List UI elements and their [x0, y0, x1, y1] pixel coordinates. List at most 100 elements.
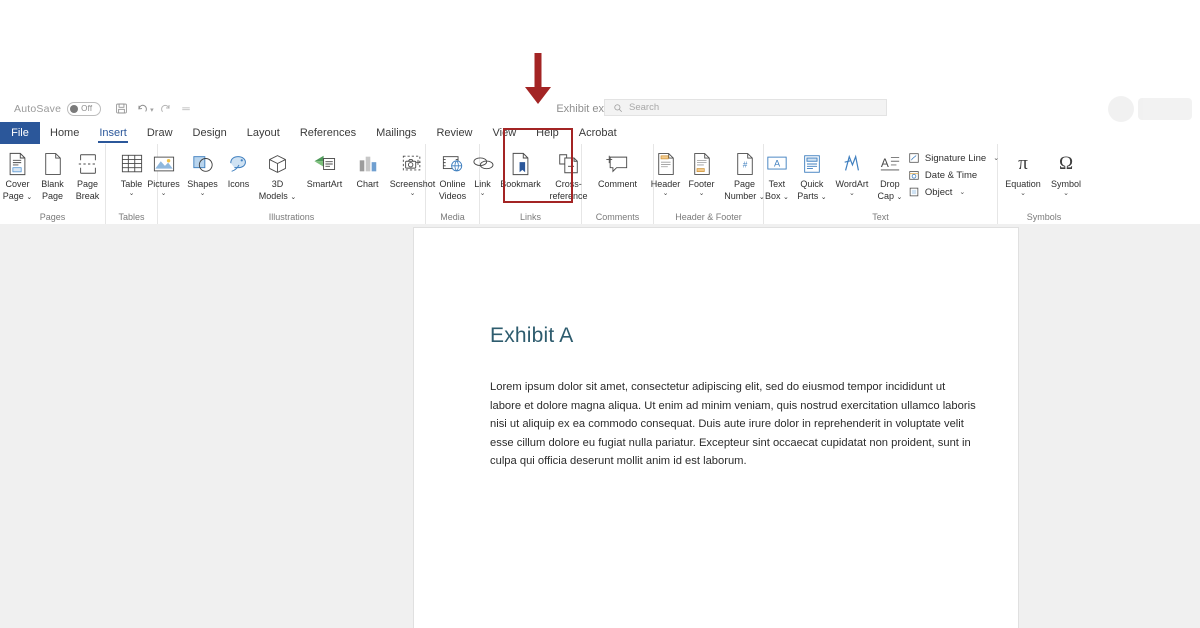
- tab-help[interactable]: Help: [526, 122, 569, 144]
- chart-button[interactable]: Chart: [351, 147, 385, 190]
- link-caret-icon[interactable]: ⌄: [480, 190, 486, 198]
- pictures-caret-icon[interactable]: ⌄: [161, 190, 167, 198]
- object-button[interactable]: Object ⌄: [908, 185, 999, 199]
- date-time-button[interactable]: Date & Time: [908, 168, 999, 182]
- bookmark-button[interactable]: Bookmark: [498, 147, 544, 190]
- autosave-toggle[interactable]: Off: [67, 101, 102, 116]
- pictures-label: Pictures: [147, 179, 180, 189]
- online-videos-button[interactable]: Online Videos: [431, 147, 475, 201]
- symbol-icon: Ω: [1059, 150, 1073, 178]
- customize-quick-access-icon[interactable]: [177, 99, 196, 118]
- wordart-caret-icon[interactable]: ⌄: [849, 190, 855, 198]
- redo-icon[interactable]: [156, 99, 175, 118]
- tab-layout[interactable]: Layout: [237, 122, 290, 144]
- icons-button[interactable]: Icons: [223, 147, 255, 190]
- document-page[interactable]: Exhibit A Lorem ipsum dolor sit amet, co…: [414, 228, 1018, 628]
- page-break-button[interactable]: Page Break: [71, 147, 105, 201]
- signature-line-button[interactable]: Signature Line ⌄: [908, 151, 999, 165]
- header-caret-icon[interactable]: ⌄: [663, 190, 669, 198]
- tab-references[interactable]: References: [290, 122, 366, 144]
- tab-file[interactable]: File: [0, 122, 40, 144]
- group-label-comments: Comments: [595, 212, 640, 222]
- window-controls[interactable]: [1138, 98, 1192, 120]
- ribbon-group-pages: Cover Page ⌄ Blank Page Page Break Pages: [0, 144, 106, 224]
- icons-label: Icons: [227, 179, 250, 189]
- header-icon: [656, 150, 676, 178]
- group-label-media: Media: [440, 212, 465, 222]
- undo-dropdown-caret-icon[interactable]: ▾: [150, 106, 154, 114]
- drop-cap-button[interactable]: A Drop Cap ⌄: [874, 147, 906, 203]
- table-label: Table: [120, 179, 143, 189]
- smartart-button[interactable]: SmartArt: [301, 147, 349, 190]
- tab-review[interactable]: Review: [426, 122, 482, 144]
- search-placeholder: Search: [629, 102, 660, 113]
- ribbon-group-comments: Comment Comments: [582, 144, 654, 224]
- tab-acrobat[interactable]: Acrobat: [569, 122, 627, 144]
- equation-button[interactable]: π Equation ⌄: [1002, 147, 1044, 198]
- text-box-label-line2: Box ⌄: [764, 190, 789, 201]
- page-number-icon: #: [735, 150, 755, 178]
- 3d-models-label-line2: Models ⌄: [258, 190, 297, 201]
- signature-line-icon: [908, 152, 921, 165]
- page-break-label-line2: Break: [75, 190, 100, 201]
- drop-cap-caret-icon[interactable]: ⌄: [897, 194, 903, 201]
- avatar[interactable]: [1108, 96, 1134, 122]
- ribbon-tabs: File Home Insert Draw Design Layout Refe…: [0, 122, 1200, 144]
- table-caret-icon[interactable]: ⌄: [129, 190, 135, 198]
- blank-page-button[interactable]: Blank Page: [37, 147, 69, 201]
- symbol-button[interactable]: Ω Symbol ⌄: [1046, 147, 1086, 198]
- link-button[interactable]: Link ⌄: [470, 147, 496, 198]
- group-label-illustrations: Illustrations: [268, 212, 315, 222]
- tab-draw[interactable]: Draw: [137, 122, 183, 144]
- document-heading: Exhibit A: [490, 324, 574, 347]
- table-icon: [120, 150, 144, 178]
- tab-insert[interactable]: Insert: [89, 122, 137, 144]
- title-bar: AutoSave Off ▾ Exhibit example: [0, 95, 1200, 122]
- quick-parts-button[interactable]: Quick Parts ⌄: [794, 147, 830, 203]
- 3d-models-caret-icon[interactable]: ⌄: [290, 194, 296, 201]
- shapes-caret-icon[interactable]: ⌄: [200, 190, 206, 198]
- comment-button[interactable]: Comment: [590, 147, 646, 190]
- cover-page-button[interactable]: Cover Page ⌄: [1, 147, 35, 203]
- object-icon: [908, 186, 921, 199]
- smartart-label: SmartArt: [306, 179, 343, 189]
- page-break-label-line1: Page: [76, 179, 99, 189]
- comment-label: Comment: [597, 179, 637, 189]
- blank-page-label-line2: Page: [41, 190, 64, 201]
- footer-button[interactable]: Footer ⌄: [685, 147, 719, 198]
- footer-caret-icon[interactable]: ⌄: [699, 190, 705, 198]
- pictures-button[interactable]: Pictures ⌄: [145, 147, 183, 198]
- autosave-control[interactable]: AutoSave Off: [14, 101, 102, 116]
- 3d-models-button[interactable]: 3D Models ⌄: [257, 147, 299, 203]
- save-icon[interactable]: [112, 99, 131, 118]
- screenshot-icon: [400, 150, 425, 178]
- tab-design[interactable]: Design: [183, 122, 237, 144]
- quick-parts-caret-icon[interactable]: ⌄: [821, 194, 827, 201]
- quick-access-toolbar: ▾: [112, 99, 196, 118]
- page-top-whitespace: [0, 0, 1200, 95]
- search-icon: [613, 103, 623, 113]
- tab-view[interactable]: View: [483, 122, 527, 144]
- equation-caret-icon[interactable]: ⌄: [1020, 190, 1026, 198]
- chart-label: Chart: [356, 179, 379, 189]
- text-box-caret-icon[interactable]: ⌄: [783, 194, 789, 201]
- ribbon-group-illustrations: Pictures ⌄ Shapes ⌄ Icons 3D Models ⌄ Sm…: [147, 144, 435, 224]
- wordart-button[interactable]: WordArt ⌄: [832, 147, 872, 198]
- header-button[interactable]: Header ⌄: [649, 147, 683, 198]
- tab-mailings[interactable]: Mailings: [366, 122, 426, 144]
- search-input[interactable]: Search: [604, 99, 887, 116]
- chart-icon: [356, 150, 380, 178]
- text-box-button[interactable]: A Text Box ⌄: [762, 147, 792, 203]
- object-caret-icon[interactable]: ⌄: [959, 188, 965, 196]
- footer-icon: [692, 150, 712, 178]
- group-label-header-footer: Header & Footer: [675, 212, 742, 222]
- symbol-caret-icon[interactable]: ⌄: [1063, 190, 1069, 198]
- online-videos-label-line2: Videos: [438, 190, 467, 201]
- screenshot-caret-icon[interactable]: ⌄: [410, 190, 416, 198]
- quick-parts-icon: [801, 150, 823, 178]
- wordart-label: WordArt: [835, 179, 869, 189]
- shapes-button[interactable]: Shapes ⌄: [185, 147, 221, 198]
- ribbon-group-header-footer: Header ⌄ Footer ⌄ # Page Number ⌄ Header…: [651, 144, 765, 224]
- cover-page-caret-icon[interactable]: ⌄: [26, 194, 32, 201]
- tab-home[interactable]: Home: [40, 122, 89, 144]
